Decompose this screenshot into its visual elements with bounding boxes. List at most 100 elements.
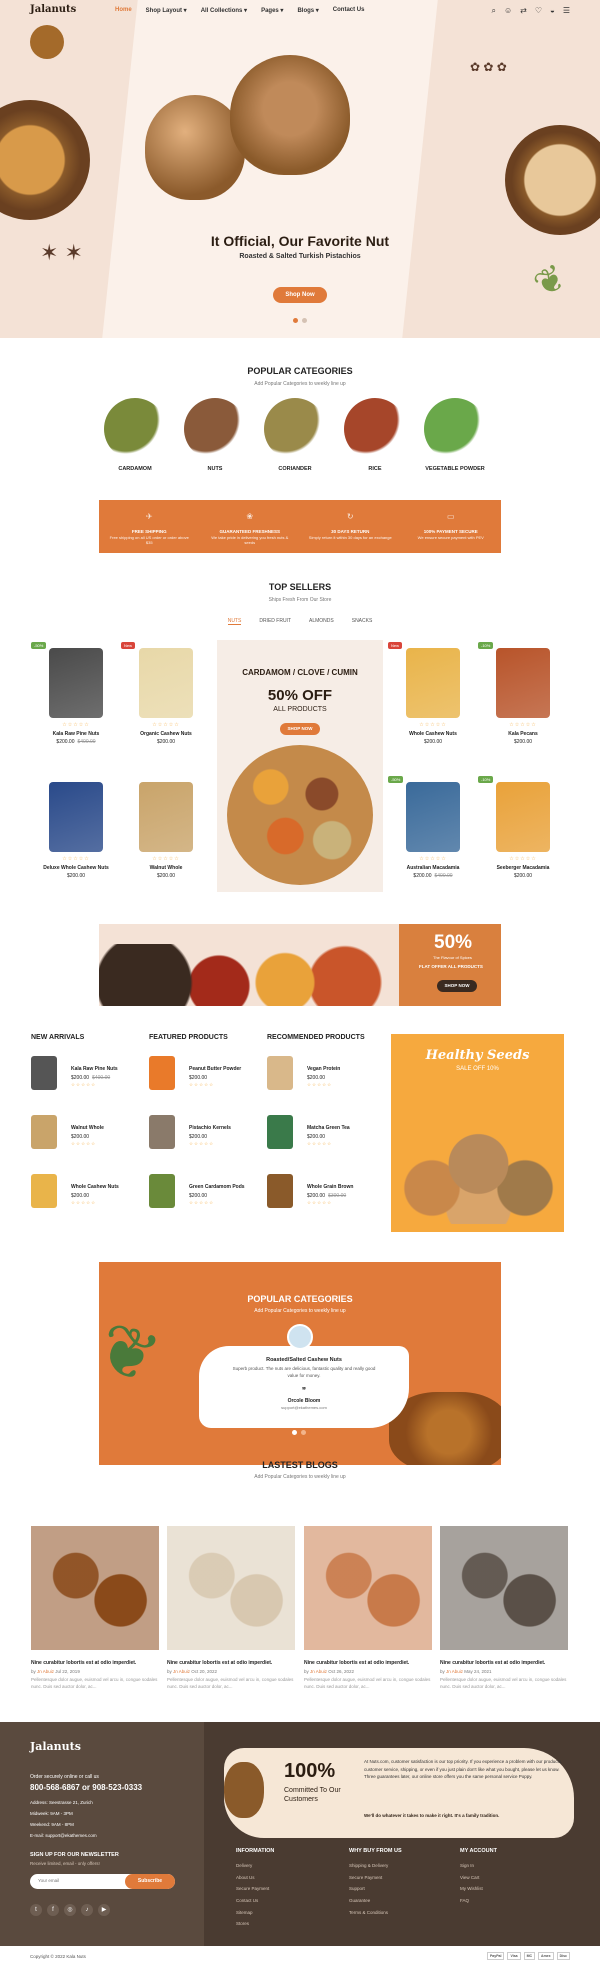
list-item-name[interactable]: Peanut Butter Powder — [189, 1066, 241, 1072]
youtube-icon[interactable]: ▶ — [98, 1904, 110, 1916]
footer-link[interactable]: Shipping & Delivery — [349, 1860, 388, 1872]
footer-link[interactable]: Secure Payment — [236, 1883, 269, 1895]
promo-shop-now-button[interactable]: SHOP NOW — [280, 723, 320, 735]
tab-nuts[interactable]: NUTS — [227, 618, 242, 625]
footer-link[interactable]: Stores — [236, 1918, 269, 1930]
product-card[interactable]: ☆☆☆☆☆ Walnut Whole $200.00 — [121, 782, 211, 879]
list-item[interactable]: Matcha Green Tea $200.00 ☆☆☆☆☆ — [267, 1115, 377, 1153]
nav-blogs[interactable]: Blogs ▾ — [297, 7, 318, 14]
promo-card[interactable]: CARDAMOM / CLOVE / CUMIN 50% OFF ALL PRO… — [217, 640, 383, 892]
tab-almonds[interactable]: ALMONDS — [309, 618, 334, 625]
footer-link[interactable]: Sign In — [460, 1860, 483, 1872]
category-cardamom[interactable]: CARDAMOM — [100, 398, 170, 472]
blog-card[interactable]: Nine curabitur lobortis est at odio impe… — [304, 1526, 432, 1691]
footer-link[interactable]: Guarantee — [349, 1895, 388, 1907]
subscribe-button[interactable]: Subscribe — [125, 1874, 175, 1889]
spice-banner[interactable]: 50% The Flavour of Spices FLAT OFFER ALL… — [99, 924, 501, 1006]
healthy-seeds-banner[interactable]: Healthy Seeds SALE OFF 10% — [391, 1034, 564, 1232]
list-item[interactable]: Pistachio Kernels $200.00 ☆☆☆☆☆ — [149, 1115, 259, 1153]
list-item-name[interactable]: Vegan Protein — [307, 1066, 340, 1072]
tab-snacks[interactable]: SNACKS — [352, 618, 373, 625]
footer-link[interactable]: Secure Payment — [349, 1872, 388, 1884]
category-rice[interactable]: RICE — [340, 398, 410, 472]
nav-pages[interactable]: Pages ▾ — [261, 7, 283, 14]
blog-title[interactable]: Nine curabitur lobortis est at odio impe… — [167, 1660, 295, 1666]
product-card[interactable]: -10% ☆☆☆☆☆ Seeberger Macadamia $200.00 — [478, 776, 568, 879]
footer-link[interactable]: About Us — [236, 1872, 269, 1884]
product-name[interactable]: Deluxe Whole Cashew Nuts — [31, 865, 121, 871]
nav-contact-us[interactable]: Contact Us — [333, 7, 365, 14]
list-item[interactable]: Walnut Whole $200.00 ☆☆☆☆☆ — [31, 1115, 141, 1153]
category-vegetable-powder[interactable]: VEGETABLE POWDER — [420, 398, 490, 472]
footer-link[interactable]: Delivery — [236, 1860, 269, 1872]
product-name[interactable]: Seeberger Macadamia — [478, 865, 568, 871]
footer-link[interactable]: Terms & Conditions — [349, 1907, 388, 1919]
category-nuts[interactable]: NUTS — [180, 398, 250, 472]
cart-icon[interactable]: ◒ — [550, 6, 555, 16]
newsletter-email-input[interactable] — [38, 1878, 108, 1883]
category-coriander[interactable]: CORIANDER — [260, 398, 330, 472]
product-name[interactable]: Organic Cashew Nuts — [121, 731, 211, 737]
product-card[interactable]: -10% ☆☆☆☆☆ Kala Pecans $200.00 — [478, 642, 568, 745]
tiktok-icon[interactable]: ♪ — [81, 1904, 93, 1916]
testimonial-dots[interactable] — [292, 1430, 306, 1435]
blog-card[interactable]: Nine curabitur lobortis est at odio impe… — [440, 1526, 568, 1691]
list-item-name[interactable]: Matcha Green Tea — [307, 1125, 350, 1131]
compare-icon[interactable]: ⇄ — [520, 6, 527, 16]
list-item-name[interactable]: Pistachio Kernels — [189, 1125, 231, 1131]
product-card[interactable]: New ☆☆☆☆☆ Whole Cashew Nuts $200.00 — [388, 642, 478, 745]
list-item-name[interactable]: Walnut Whole — [71, 1125, 104, 1131]
list-item[interactable]: Peanut Butter Powder $200.00 ☆☆☆☆☆ — [149, 1056, 259, 1094]
blog-title[interactable]: Nine curabitur lobortis est at odio impe… — [31, 1660, 159, 1666]
footer-link[interactable]: View Cart — [460, 1872, 483, 1884]
list-item[interactable]: Vegan Protein $200.00 ☆☆☆☆☆ — [267, 1056, 377, 1094]
footer-logo[interactable]: Jalanuts — [30, 1740, 81, 1753]
instagram-icon[interactable]: ◎ — [64, 1904, 76, 1916]
footer-link[interactable]: Support — [349, 1883, 388, 1895]
blog-author[interactable]: Jn Abuiz — [173, 1669, 190, 1674]
logo[interactable]: Jalanuts — [30, 4, 76, 15]
blog-card[interactable]: Nine curabitur lobortis est at odio impe… — [167, 1526, 295, 1691]
blog-author[interactable]: Jn Abuiz — [310, 1669, 327, 1674]
menu-icon[interactable]: ☰ — [563, 6, 570, 16]
blog-image[interactable] — [440, 1526, 568, 1650]
nav-home[interactable]: Home — [115, 7, 132, 14]
nav-all-collections[interactable]: All Collections ▾ — [201, 7, 247, 14]
list-item-name[interactable]: Whole Grain Brown — [307, 1184, 353, 1190]
user-icon[interactable]: ☺ — [504, 6, 512, 16]
list-item[interactable]: Green Cardamom Pods $200.00 ☆☆☆☆☆ — [149, 1174, 259, 1212]
wishlist-icon[interactable]: ♡ — [535, 6, 542, 16]
shop-now-button[interactable]: Shop Now — [273, 287, 327, 303]
blog-image[interactable] — [167, 1526, 295, 1650]
product-name[interactable]: Kala Raw Pine Nuts — [31, 731, 121, 737]
twitter-icon[interactable]: t — [30, 1904, 42, 1916]
blog-image[interactable] — [304, 1526, 432, 1650]
product-card[interactable]: -50% ☆☆☆☆☆ Australian Macadamia $200.00 $400… — [388, 776, 478, 879]
product-name[interactable]: Whole Cashew Nuts — [388, 731, 478, 737]
product-name[interactable]: Walnut Whole — [121, 865, 211, 871]
product-name[interactable]: Kala Pecans — [478, 731, 568, 737]
list-item-name[interactable]: Green Cardamom Pods — [189, 1184, 245, 1190]
banner-shop-now-button[interactable]: SHOP NOW — [437, 980, 477, 992]
nav-shop-layout[interactable]: Shop Layout ▾ — [146, 7, 187, 14]
footer-link[interactable]: FAQ — [460, 1895, 483, 1907]
list-item[interactable]: Whole Grain Brown $200.00 $300.00 ☆☆☆☆☆ — [267, 1174, 377, 1212]
list-item-name[interactable]: Kala Raw Pine Nuts — [71, 1066, 118, 1072]
tab-dried-fruit[interactable]: DRIED FRUIT — [259, 618, 291, 625]
blog-card[interactable]: Nine curabitur lobortis est at odio impe… — [31, 1526, 159, 1691]
footer-link[interactable]: My Wishlist — [460, 1883, 483, 1895]
product-card[interactable]: ☆☆☆☆☆ Deluxe Whole Cashew Nuts $200.00 — [31, 782, 121, 879]
blog-author[interactable]: Jn Abuiz — [446, 1669, 463, 1674]
hero-dots[interactable] — [293, 318, 307, 323]
blog-author[interactable]: Jn Abuiz — [37, 1669, 54, 1674]
product-card[interactable]: -50% ☆☆☆☆☆ Kala Raw Pine Nuts $200.00 $400.0… — [31, 642, 121, 745]
list-item-name[interactable]: Whole Cashew Nuts — [71, 1184, 119, 1190]
blog-image[interactable] — [31, 1526, 159, 1650]
product-name[interactable]: Australian Macadamia — [388, 865, 478, 871]
blog-title[interactable]: Nine curabitur lobortis est at odio impe… — [440, 1660, 568, 1666]
product-card[interactable]: New ☆☆☆☆☆ Organic Cashew Nuts $200.00 — [121, 642, 211, 745]
blog-title[interactable]: Nine curabitur lobortis est at odio impe… — [304, 1660, 432, 1666]
footer-link[interactable]: Sitemap — [236, 1907, 269, 1919]
facebook-icon[interactable]: f — [47, 1904, 59, 1916]
footer-link[interactable]: Contact Us — [236, 1895, 269, 1907]
